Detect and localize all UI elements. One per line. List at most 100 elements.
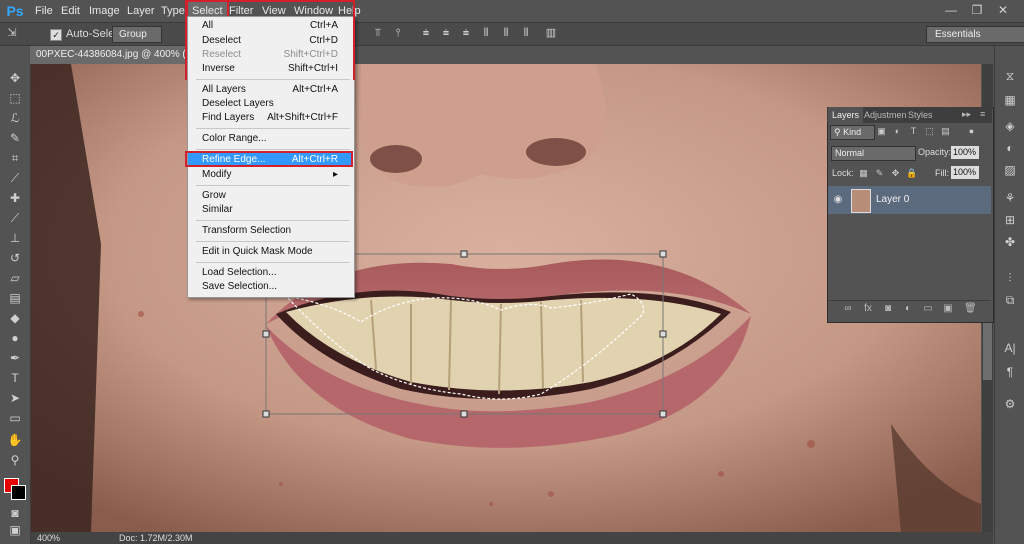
- screen-mode-icon[interactable]: ▣: [6, 522, 24, 538]
- rectangle-tool-icon[interactable]: ▭: [6, 410, 24, 426]
- distribute-middle-icon[interactable]: ⩧: [440, 27, 452, 39]
- menu-separator: [196, 185, 350, 186]
- menu-item-all-layers[interactable]: All Layers Alt+Ctrl+A: [188, 83, 352, 97]
- tab-adjustments[interactable]: Adjustmen: [860, 107, 911, 123]
- eyedropper-tool-icon[interactable]: ⟋: [6, 170, 24, 186]
- document-tab[interactable]: 00PXEC-44386084.jpg @ 400% (Layer 0, RGB…: [30, 46, 196, 64]
- fill-input[interactable]: 100%: [951, 166, 979, 179]
- move-tool-icon[interactable]: ✥: [6, 70, 24, 86]
- eraser-tool-icon[interactable]: ▱: [6, 270, 24, 286]
- styles-panel-icon[interactable]: ✤: [1002, 234, 1018, 250]
- scrollbar-thumb[interactable]: [983, 320, 992, 380]
- lock-image-icon[interactable]: ✎: [874, 168, 885, 179]
- quick-mask-icon[interactable]: ◙: [6, 505, 24, 521]
- link-layers-icon[interactable]: ∞: [842, 303, 854, 315]
- menu-item-load-selection[interactable]: Load Selection...: [188, 266, 352, 280]
- paragraph-panel-icon[interactable]: ¶: [1002, 364, 1018, 380]
- restore-icon[interactable]: ❐: [964, 1, 990, 19]
- healing-brush-tool-icon[interactable]: ✚: [6, 190, 24, 206]
- hand-tool-icon[interactable]: ✋: [6, 432, 24, 448]
- path-selection-tool-icon[interactable]: ➤: [6, 390, 24, 406]
- filter-toggle-icon[interactable]: ●: [966, 126, 977, 137]
- menu-item-transform-selection[interactable]: Transform Selection: [188, 224, 352, 238]
- lasso-tool-icon[interactable]: ℒ: [6, 110, 24, 126]
- menu-item-grow[interactable]: Grow: [188, 189, 352, 203]
- panel-collapse-icon[interactable]: ▸▸: [962, 109, 971, 120]
- distribute-right-icon[interactable]: ⦀: [520, 27, 532, 39]
- history-panel-icon[interactable]: ⧖: [1002, 68, 1018, 84]
- crop-tool-icon[interactable]: ⌗: [6, 150, 24, 166]
- opacity-input[interactable]: 100%: [951, 146, 979, 159]
- close-icon[interactable]: ✕: [990, 1, 1016, 19]
- panel-menu-icon[interactable]: ≡: [980, 109, 985, 119]
- pen-tool-icon[interactable]: ✒: [6, 350, 24, 366]
- blur-tool-icon[interactable]: ◆: [6, 310, 24, 326]
- quick-selection-tool-icon[interactable]: ✎: [6, 130, 24, 146]
- align-middle-icon[interactable]: ⫯: [392, 27, 404, 39]
- clone-stamp-tool-icon[interactable]: ⊥: [6, 230, 24, 246]
- menu-item-find-layers[interactable]: Find Layers Alt+Shift+Ctrl+F: [188, 111, 352, 125]
- tool-presets-panel-icon[interactable]: ⚙: [1002, 396, 1018, 412]
- new-group-icon[interactable]: ▭: [922, 303, 934, 315]
- menu-image[interactable]: Image: [83, 0, 126, 22]
- menu-edit[interactable]: Edit: [55, 0, 86, 22]
- checkbox-icon: ✓: [50, 29, 62, 41]
- brush-panel-icon[interactable]: ⫶: [1002, 270, 1018, 286]
- status-bar: 400% Doc: 1.72M/2.30M: [31, 532, 993, 544]
- auto-align-icon[interactable]: ▥: [545, 27, 557, 39]
- move-tool-preset-icon[interactable]: ⇲: [6, 27, 18, 39]
- auto-select-target-dropdown[interactable]: Group: [112, 26, 162, 43]
- filter-kind-dropdown[interactable]: ⚲ Kind: [830, 125, 875, 140]
- visibility-eye-icon[interactable]: ◉: [832, 194, 844, 206]
- new-adjustment-icon[interactable]: ◐: [902, 303, 914, 315]
- background-color-swatch[interactable]: [11, 485, 26, 500]
- smart-object-filter-icon[interactable]: ▤: [940, 126, 951, 137]
- minimize-icon[interactable]: —: [938, 1, 964, 19]
- distribute-center-icon[interactable]: ⦀: [500, 27, 512, 39]
- workspace-dropdown[interactable]: Essentials: [926, 26, 1024, 43]
- distribute-top-icon[interactable]: ⩧: [420, 27, 432, 39]
- character-panel-icon[interactable]: A|: [1002, 340, 1018, 356]
- delete-layer-icon[interactable]: 🗑: [964, 303, 977, 315]
- marquee-tool-icon[interactable]: ⬚: [6, 90, 24, 106]
- shape-filter-icon[interactable]: ⬚: [924, 126, 935, 137]
- menu-item-deselect-layers[interactable]: Deselect Layers: [188, 97, 352, 111]
- properties-panel-icon[interactable]: ▦: [1002, 92, 1018, 108]
- distribute-left-icon[interactable]: ⦀: [480, 27, 492, 39]
- type-filter-icon[interactable]: T: [908, 126, 919, 137]
- gradient-tool-icon[interactable]: ▤: [6, 290, 24, 306]
- zoom-level[interactable]: 400%: [37, 532, 60, 544]
- swatches-panel-icon[interactable]: ⊞: [1002, 212, 1018, 228]
- blend-mode-dropdown[interactable]: Normal: [831, 146, 916, 161]
- lock-transparent-icon[interactable]: ▦: [858, 168, 869, 179]
- add-style-icon[interactable]: fx: [862, 303, 874, 315]
- adjustment-filter-icon[interactable]: ◐: [892, 126, 903, 137]
- brush-tool-icon[interactable]: ⟋: [6, 210, 24, 226]
- menu-item-color-range[interactable]: Color Range...: [188, 132, 352, 146]
- tab-layers[interactable]: Layers: [828, 107, 864, 123]
- pixel-filter-icon[interactable]: ▣: [876, 126, 887, 137]
- type-tool-icon[interactable]: T: [6, 370, 24, 386]
- menu-item-modify[interactable]: Modify ▸: [188, 168, 352, 182]
- channels-panel-icon[interactable]: ▨: [1002, 162, 1018, 178]
- new-layer-icon[interactable]: ▣: [942, 303, 954, 315]
- layer-name[interactable]: Layer 0: [876, 194, 909, 205]
- clone-source-panel-icon[interactable]: ⧉: [1002, 292, 1018, 308]
- dodge-tool-icon[interactable]: ●: [6, 330, 24, 346]
- layers-panel-icon[interactable]: ◈: [1002, 118, 1018, 134]
- annotation-highlight-box: [185, 151, 353, 167]
- search-icon: ⚲: [834, 127, 844, 137]
- zoom-tool-icon[interactable]: ⚲: [6, 452, 24, 468]
- color-panel-icon[interactable]: ⚘: [1002, 190, 1018, 206]
- align-top-icon[interactable]: ⫪: [372, 27, 384, 39]
- lock-position-icon[interactable]: ✥: [890, 168, 901, 179]
- tab-styles[interactable]: Styles: [904, 107, 937, 123]
- menu-item-save-selection[interactable]: Save Selection...: [188, 280, 352, 294]
- menu-item-quick-mask[interactable]: Edit in Quick Mask Mode: [188, 245, 352, 259]
- add-mask-icon[interactable]: ◙: [882, 303, 894, 315]
- adjustments-panel-icon[interactable]: ◐: [1002, 140, 1018, 156]
- menu-item-similar[interactable]: Similar: [188, 203, 352, 217]
- lock-all-icon[interactable]: 🔒: [906, 168, 917, 179]
- history-brush-tool-icon[interactable]: ↺: [6, 250, 24, 266]
- distribute-bottom-icon[interactable]: ⩧: [460, 27, 472, 39]
